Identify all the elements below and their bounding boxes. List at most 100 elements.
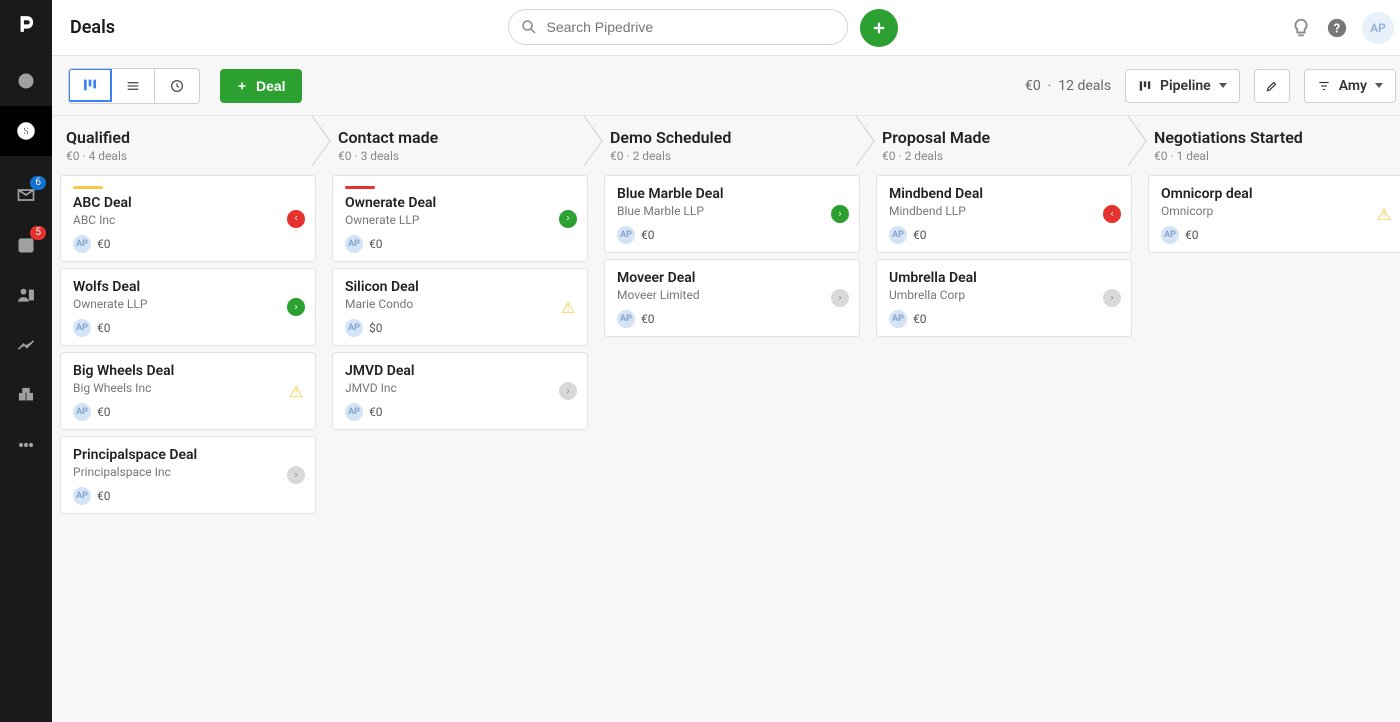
user-avatar[interactable]: AP (1362, 12, 1394, 44)
deal-company: Marie Condo (345, 297, 575, 311)
search-input[interactable] (508, 9, 848, 45)
owner-avatar: AP (73, 235, 91, 253)
forecast-view-tab[interactable] (155, 69, 199, 103)
deal-company: Omnicorp (1161, 204, 1391, 218)
summary-text: €0 · 12 deals (1025, 78, 1111, 94)
deal-amount: €0 (97, 405, 111, 419)
deal-amount: €0 (97, 237, 111, 251)
column-summary: €0 · 1 deal (1154, 149, 1398, 163)
owner-avatar: AP (345, 403, 363, 421)
owner-avatar: AP (889, 310, 907, 328)
deal-card[interactable]: Principalspace DealPrincipalspace IncAP€… (60, 436, 316, 514)
deal-company: Ownerate LLP (345, 213, 575, 227)
sidebar-item-mail[interactable]: 6 (0, 170, 52, 220)
sidebar-item-activities[interactable]: 5 (0, 220, 52, 270)
deal-amount: €0 (1185, 228, 1199, 242)
sidebar-item-products[interactable] (0, 370, 52, 420)
topbar: Deals ? AP (52, 0, 1400, 56)
status-indicator: ⚠ (1375, 205, 1393, 223)
deal-card[interactable]: Silicon DealMarie CondoAP$0⚠ (332, 268, 588, 346)
deal-title: JMVD Deal (345, 363, 575, 379)
deal-amount: €0 (913, 312, 927, 326)
deal-card[interactable]: Wolfs DealOwnerate LLPAP€0› (60, 268, 316, 346)
add-deal-label: Deal (256, 78, 286, 94)
sidebar-item-more[interactable] (0, 420, 52, 470)
sidebar: $ 6 5 (0, 0, 52, 722)
deal-card[interactable]: Blue Marble Deal Blue Marble LLP AP €0 › (604, 175, 860, 253)
deal-amount: €0 (641, 228, 655, 242)
sidebar-item-deals[interactable]: $ (0, 106, 52, 156)
owner-avatar: AP (345, 235, 363, 253)
status-indicator: ⚠ (559, 298, 577, 316)
deal-card[interactable]: Omnicorp deal Omnicorp AP €0 ⚠ (1148, 175, 1400, 253)
column-title: Proposal Made (882, 128, 1126, 147)
deal-title: Wolfs Deal (73, 279, 303, 295)
deal-title: Blue Marble Deal (617, 186, 847, 202)
owner-avatar: AP (73, 487, 91, 505)
deal-company: Mindbend LLP (889, 204, 1119, 218)
deal-company: Moveer Limited (617, 288, 847, 302)
sidebar-item-insights[interactable] (0, 320, 52, 370)
owner-avatar: AP (73, 403, 91, 421)
deal-company: Blue Marble LLP (617, 204, 847, 218)
pipeline-column: Proposal Made€0 · 2 dealsMindbend DealMi… (868, 116, 1140, 722)
view-switcher (68, 68, 200, 104)
deal-title: Ownerate Deal (345, 195, 575, 211)
add-deal-button[interactable]: Deal (220, 69, 302, 103)
user-filter[interactable]: Amy (1304, 69, 1396, 103)
deal-card[interactable]: Umbrella Deal Umbrella Corp AP €0 › (876, 259, 1132, 337)
pipeline-column: Demo Scheduled€0 · 2 dealsBlue Marble De… (596, 116, 868, 722)
edit-pipeline-button[interactable] (1254, 69, 1290, 103)
deal-title: Omnicorp deal (1161, 186, 1391, 202)
deal-amount: €0 (913, 228, 927, 242)
pipeline-selector[interactable]: Pipeline (1125, 69, 1240, 103)
pipeline-board: Qualified€0 · 4 dealsABC DealABC IncAP€0… (52, 116, 1400, 722)
status-indicator: ⚠ (287, 382, 305, 400)
logo-icon[interactable] (12, 10, 40, 38)
column-summary: €0 · 2 deals (882, 149, 1126, 163)
search-icon (520, 18, 538, 36)
deal-card[interactable]: Moveer DealMoveer LimitedAP€0› (604, 259, 860, 337)
deal-card[interactable]: Big Wheels DealBig Wheels IncAP€0⚠ (60, 352, 316, 430)
owner-avatar: AP (617, 226, 635, 244)
status-indicator: › (831, 205, 849, 223)
deal-company: Principalspace Inc (73, 465, 303, 479)
help-icon[interactable]: ? (1326, 17, 1348, 39)
user-filter-label: Amy (1339, 78, 1367, 94)
deal-company: JMVD Inc (345, 381, 575, 395)
column-title: Negotiations Started (1154, 128, 1398, 147)
deal-card[interactable]: ABC DealABC IncAP€0‹ (60, 175, 316, 262)
deal-title: ABC Deal (73, 195, 303, 211)
card-accent (73, 186, 103, 189)
add-button[interactable] (860, 9, 898, 47)
mail-badge: 6 (30, 176, 46, 190)
deal-amount: €0 (97, 489, 111, 503)
svg-text:$: $ (23, 124, 29, 137)
column-title: Qualified (66, 128, 310, 147)
status-indicator: › (1103, 289, 1121, 307)
deal-amount: €0 (369, 237, 383, 251)
sidebar-item-leads[interactable] (0, 56, 52, 106)
card-accent (345, 186, 375, 189)
deal-company: Umbrella Corp (889, 288, 1119, 302)
toolbar: Deal €0 · 12 deals Pipeline Amy (52, 56, 1400, 116)
status-indicator: › (559, 382, 577, 400)
deal-card[interactable]: Mindbend DealMindbend LLPAP€0‹ (876, 175, 1132, 253)
activities-badge: 5 (30, 226, 46, 240)
deal-card[interactable]: JMVD Deal JMVD Inc AP €0 › (332, 352, 588, 430)
status-indicator: › (559, 210, 577, 228)
status-indicator: › (287, 466, 305, 484)
deal-title: Moveer Deal (617, 270, 847, 286)
sidebar-item-contacts[interactable] (0, 270, 52, 320)
deal-amount: €0 (369, 405, 383, 419)
svg-text:?: ? (1334, 21, 1340, 36)
owner-avatar: AP (1161, 226, 1179, 244)
status-indicator: ‹ (1103, 205, 1121, 223)
chevron-down-icon (1375, 83, 1383, 88)
deal-card[interactable]: Ownerate Deal Ownerate LLP AP €0 › (332, 175, 588, 262)
pipeline-view-tab[interactable] (68, 68, 112, 102)
tips-icon[interactable] (1290, 17, 1312, 39)
owner-avatar: AP (889, 226, 907, 244)
deal-title: Umbrella Deal (889, 270, 1119, 286)
list-view-tab[interactable] (111, 69, 155, 103)
